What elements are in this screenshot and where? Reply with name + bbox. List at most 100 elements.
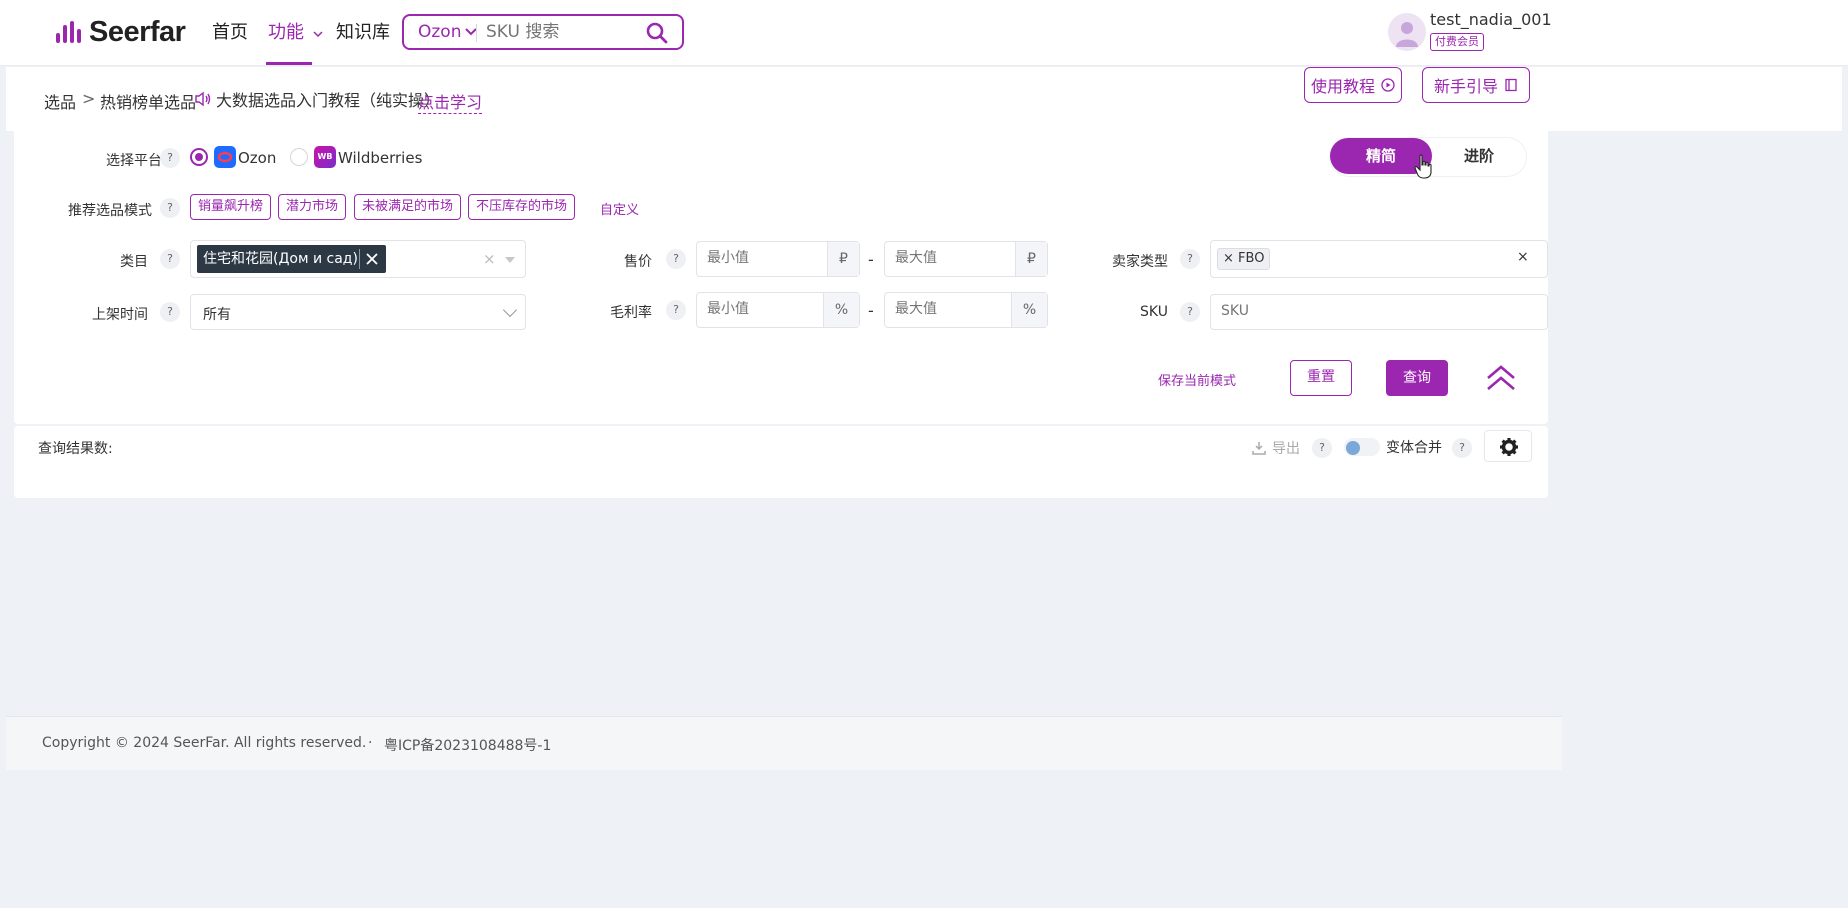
guide-button[interactable]: 新手引导 (1422, 67, 1530, 103)
segment-advanced[interactable]: 进阶 (1432, 138, 1526, 174)
mode-potential-market[interactable]: 潜力市场 (278, 194, 347, 220)
settings-button[interactable] (1484, 430, 1532, 462)
collapse-up-icon[interactable] (1486, 364, 1516, 392)
mode-unmet-market[interactable]: 未被满足的市场 (354, 194, 462, 220)
margin-max-field: % (884, 292, 1048, 328)
mode-no-inventory-market[interactable]: 不压库存的市场 (468, 194, 576, 220)
platform-radio-ozon[interactable] (190, 148, 208, 166)
filter-panel: 选择平台 ? Ozon WB Wildberries 精简 进阶 推荐选品模式 … (14, 124, 1548, 424)
fbo-tag-label: FBO (1238, 251, 1265, 266)
listing-time-label: 上架时间 (92, 307, 148, 323)
range-dash: - (868, 301, 874, 320)
tag-divider (358, 249, 360, 269)
price-max-field: ₽ (884, 241, 1048, 277)
percent-unit: % (1011, 293, 1047, 327)
export-label: 导出 (1272, 441, 1300, 457)
recommend-mode-label: 推荐选品模式 (68, 203, 152, 219)
reset-button[interactable]: 重置 (1290, 360, 1352, 396)
platform-label-wildberries[interactable]: Wildberries (338, 149, 422, 167)
help-icon[interactable]: ? (666, 300, 686, 320)
speaker-icon (195, 91, 211, 107)
icp-link[interactable]: 粤ICP备2023108488号-1 (384, 735, 551, 755)
membership-badge: 付费会员 (1430, 33, 1484, 51)
tutorial-text: 大数据选品入门教程（纯实操） (216, 91, 441, 110)
caret-down-icon[interactable] (505, 257, 515, 263)
tutorial-button[interactable]: 使用教程 (1304, 67, 1402, 103)
chevron-down-icon (502, 302, 518, 318)
breadcrumb-item-select[interactable]: 选品 (44, 89, 76, 113)
tutorial-notice: 大数据选品入门教程（纯实操） (194, 87, 440, 111)
sku-field (1210, 294, 1548, 330)
clear-icon[interactable]: × (483, 250, 496, 268)
top-navbar: Seerfar 首页 功能 知识库 Ozon test_nadia_001 付费… (0, 0, 1848, 66)
clear-icon[interactable]: × (1517, 249, 1529, 265)
mode-custom[interactable]: 自定义 (600, 199, 639, 218)
seller-type-select[interactable]: × FBO × (1210, 240, 1548, 278)
platform-radio-wildberries[interactable] (290, 148, 308, 166)
nav-item-home[interactable]: 首页 (212, 20, 248, 46)
help-icon[interactable]: ? (1312, 438, 1332, 458)
breadcrumb-separator: > (82, 89, 96, 108)
learn-link[interactable]: 点击学习 (418, 89, 483, 114)
query-button[interactable]: 查询 (1386, 360, 1448, 396)
price-label: 售价 (624, 254, 652, 270)
platform-label-ozon[interactable]: Ozon (238, 149, 276, 167)
nav-active-indicator (266, 62, 312, 65)
copyright-text: Copyright © 2024 SeerFar. All rights res… (42, 735, 367, 751)
merge-variants-toggle[interactable] (1344, 438, 1380, 456)
results-bar: 查询结果数: 导出 ? 变体合并 ? (14, 426, 1548, 498)
export-button[interactable]: 导出 (1252, 438, 1300, 458)
category-label: 类目 (120, 254, 148, 270)
ruble-unit: ₽ (827, 242, 859, 276)
ruble-unit: ₽ (1015, 242, 1047, 276)
margin-label: 毛利率 (610, 305, 652, 321)
help-icon[interactable]: ? (1180, 302, 1200, 322)
user-icon (1396, 22, 1418, 47)
footer-separator: · (368, 735, 373, 751)
category-tag: 住宅和花园(Дом и сад) (197, 245, 386, 273)
breadcrumb-bar: 选品 > 热销榜单选品 大数据选品入门教程（纯实操） 点击学习 使用教程 新手引… (6, 67, 1842, 131)
help-icon[interactable]: ? (666, 249, 686, 269)
nav-item-knowledge-base[interactable]: 知识库 (336, 20, 390, 46)
help-icon[interactable]: ? (160, 249, 180, 269)
sku-search-box: Ozon (402, 14, 684, 50)
price-min-field: ₽ (696, 241, 860, 277)
tutorial-button-label: 使用教程 (1310, 77, 1375, 96)
logo-text: Seerfar (89, 15, 186, 48)
result-count-label: 查询结果数: (38, 441, 113, 457)
username[interactable]: test_nadia_001 (1430, 10, 1552, 29)
save-mode-link[interactable]: 保存当前模式 (1158, 370, 1236, 389)
price-min-input[interactable] (707, 250, 817, 266)
seerfar-logo[interactable]: Seerfar (56, 14, 186, 50)
category-select[interactable]: 住宅和花园(Дом и сад) × (190, 240, 526, 278)
help-icon[interactable]: ? (160, 198, 180, 218)
ozon-icon (214, 146, 236, 168)
sku-input[interactable] (1221, 303, 1421, 319)
nav-item-features[interactable]: 功能 (268, 20, 323, 46)
user-avatar[interactable] (1388, 13, 1426, 51)
merge-variants-label: 变体合并 (1386, 440, 1442, 456)
percent-unit: % (823, 293, 859, 327)
help-icon[interactable]: ? (1180, 249, 1200, 269)
margin-min-field: % (696, 292, 860, 328)
seller-type-label: 卖家类型 (1112, 254, 1168, 270)
download-icon (1252, 442, 1266, 455)
search-platform-select[interactable]: Ozon (418, 22, 478, 42)
sku-search-input[interactable] (486, 21, 636, 43)
search-platform-label: Ozon (418, 22, 462, 42)
margin-max-input[interactable] (895, 301, 1005, 317)
help-icon[interactable]: ? (160, 302, 180, 322)
margin-min-input[interactable] (707, 301, 817, 317)
help-icon[interactable]: ? (1452, 438, 1472, 458)
close-icon[interactable] (364, 251, 380, 267)
listing-time-select[interactable]: 所有 (190, 294, 526, 330)
price-max-input[interactable] (895, 250, 1005, 266)
platform-label: 选择平台 (106, 153, 162, 169)
search-divider (476, 24, 477, 42)
hand-cursor-icon (1414, 154, 1432, 179)
search-icon[interactable] (644, 20, 670, 46)
range-dash: - (868, 250, 874, 269)
mode-sales-surge[interactable]: 销量飙升榜 (190, 194, 272, 220)
help-icon[interactable]: ? (160, 148, 180, 168)
play-circle-icon (1381, 78, 1395, 92)
